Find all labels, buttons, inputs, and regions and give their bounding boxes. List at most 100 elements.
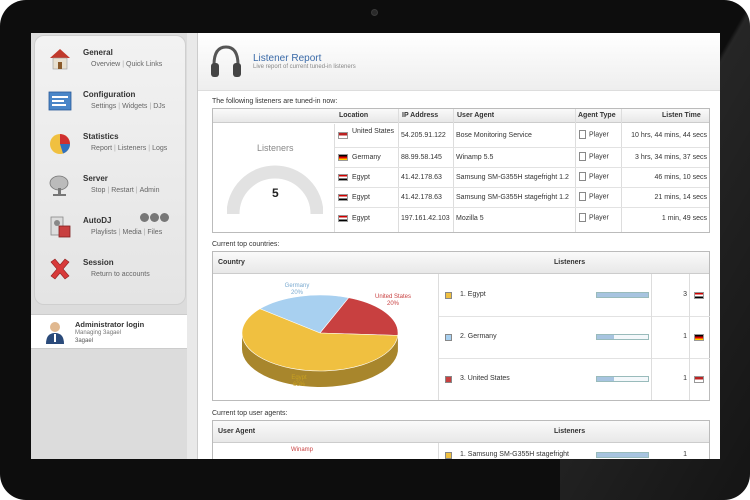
close-x-icon <box>50 258 70 280</box>
sidebar-item-links: Report | Listeners | Logs <box>89 145 169 152</box>
cell-listen-time: 3 hrs, 34 mins, 37 secs <box>635 154 707 161</box>
sidebar-item-title: AutoDJ <box>83 216 112 225</box>
listeners-section-label: The following listeners are tuned-in now… <box>212 98 338 105</box>
settings-panel-icon <box>48 91 72 111</box>
pie-label-germany-pct: 20% <box>291 290 304 296</box>
link-listeners[interactable]: Listeners <box>116 145 148 152</box>
countries-panel: Country Listeners Germany 20% United Sta… <box>212 251 710 401</box>
table-row[interactable]: Egypt 41.42.178.63 Samsung SM-G355H stag… <box>335 188 709 208</box>
sidebar-item-statistics[interactable]: Statistics Report | Listeners | Logs <box>43 126 183 166</box>
admin-login-box: Administrator login Managing 3agael 3aga… <box>31 314 187 349</box>
table-row[interactable]: Egypt 41.42.178.63 Samsung SM-G355H stag… <box>335 168 709 188</box>
agent-row[interactable]: 1. Samsung SM-G355H stagefright 1 <box>439 444 710 459</box>
countries-section-label: Current top countries: <box>212 241 280 248</box>
col-user-agent: User Agent <box>218 428 256 435</box>
country-row[interactable]: 3. United States 1 <box>439 359 710 401</box>
link-overview[interactable]: Overview <box>89 61 122 68</box>
cell-ip: 41.42.178.63 <box>401 194 442 201</box>
legend-swatch-germany <box>445 334 452 341</box>
listeners-bar <box>596 292 649 298</box>
table-row[interactable]: Germany 88.99.58.145 Winamp 5.5 Player 3… <box>335 148 709 168</box>
listener-count: 1 <box>683 375 687 382</box>
cell-listen-time: 46 mins, 10 secs <box>654 174 707 181</box>
eg-flag-icon <box>338 174 348 181</box>
listener-count: 3 <box>683 291 687 298</box>
link-settings[interactable]: Settings <box>89 103 118 110</box>
sidebar-item-title: Statistics <box>83 132 119 141</box>
legend-swatch-united-states <box>445 376 452 383</box>
table-row[interactable]: United States 54.205.91.122 Bose Monitor… <box>335 124 709 148</box>
camera-dot <box>371 9 378 16</box>
document-icon <box>579 213 586 222</box>
country-row[interactable]: 2. Germany 1 <box>439 317 710 359</box>
forward-icon[interactable] <box>160 213 169 222</box>
cell-agent: Bose Monitoring Service <box>456 132 532 139</box>
link-logs[interactable]: Logs <box>150 145 169 152</box>
link-djs[interactable]: DJs <box>151 103 167 110</box>
country-name: 1. Egypt <box>460 291 486 298</box>
agents-section-label: Current top user agents: <box>212 410 288 417</box>
cell-location: Egypt <box>352 194 370 201</box>
link-admin[interactable]: Admin <box>138 187 162 194</box>
sidebar-menu: General Overview | Quick Links Configurati… <box>34 35 186 305</box>
countries-header: Country Listeners <box>213 252 709 274</box>
play-icon[interactable] <box>150 213 159 222</box>
link-stop[interactable]: Stop <box>89 187 107 194</box>
listeners-bar <box>596 334 649 340</box>
link-widgets[interactable]: Widgets <box>120 103 149 110</box>
admin-title: Administrator login <box>75 320 145 329</box>
admin-username[interactable]: 3agael <box>75 338 93 344</box>
cell-agent-type: Player <box>589 131 609 139</box>
main-content: Listener Report Live report of current t… <box>197 33 720 459</box>
eg-flag-icon <box>338 215 348 222</box>
country-row[interactable]: 1. Egypt 3 <box>439 275 710 317</box>
sidebar-item-title: Session <box>83 258 114 267</box>
country-name: 2. Germany <box>460 333 497 340</box>
countries-pie-chart: Germany 20% United States 20% Egypt 60% <box>241 283 411 388</box>
cell-agent: Samsung SM-G355H stagefright 1.2 <box>456 194 569 201</box>
link-return-to-accounts[interactable]: Return to accounts <box>89 271 152 278</box>
sidebar-item-configuration[interactable]: Configuration Settings | Widgets | DJs <box>43 84 183 124</box>
eg-flag-icon <box>338 194 348 201</box>
listener-count: 1 <box>683 333 687 340</box>
link-restart[interactable]: Restart <box>109 187 136 194</box>
col-divider <box>689 274 690 400</box>
sidebar-item-server[interactable]: Server Stop | Restart | Admin <box>43 168 183 208</box>
listeners-bar <box>596 376 649 382</box>
bar-fill <box>597 293 648 297</box>
agents-header: User Agent Listeners <box>213 421 709 443</box>
pie-label-egypt: Egypt <box>291 375 307 381</box>
link-media[interactable]: Media <box>121 229 144 236</box>
col-user-agent: User Agent <box>457 112 495 119</box>
cell-agent: Mozilla 5 <box>456 215 484 222</box>
link-playlists[interactable]: Playlists <box>89 229 119 236</box>
country-name: 3. United States <box>460 375 510 382</box>
cell-agent-type: Player <box>589 193 609 201</box>
page-title: Listener Report <box>253 53 322 64</box>
link-files[interactable]: Files <box>145 229 164 236</box>
sidebar-item-links: Settings | Widgets | DJs <box>89 103 167 110</box>
link-quick-links[interactable]: Quick Links <box>124 61 164 68</box>
headphones-icon <box>211 45 241 77</box>
cell-ip: 54.205.91.122 <box>401 132 446 139</box>
table-row[interactable]: Egypt 197.161.42.103 Mozilla 5 Player 1 … <box>335 208 709 232</box>
rewind-icon[interactable] <box>140 213 149 222</box>
autodj-controls[interactable] <box>140 213 170 224</box>
pie-label-united-states-pct: 20% <box>387 301 400 307</box>
document-icon <box>579 172 586 181</box>
cell-location: United States <box>352 128 395 135</box>
sidebar-item-general[interactable]: General Overview | Quick Links <box>43 42 183 82</box>
gauge-label: Listeners <box>257 143 294 153</box>
sidebar: General Overview | Quick Links Configurati… <box>31 33 187 459</box>
document-icon <box>579 152 586 161</box>
cell-listen-time: 21 mins, 14 secs <box>654 194 707 201</box>
cell-agent-type: Player <box>589 214 609 222</box>
sidebar-item-title: Server <box>83 174 108 183</box>
sidebar-item-autodj[interactable]: AutoDJ Playlists | Media | Files <box>43 210 183 250</box>
cell-ip: 197.161.42.103 <box>401 215 450 222</box>
link-report[interactable]: Report <box>89 145 114 152</box>
agents-pie-label: Winamp <box>291 447 314 453</box>
col-listen-time: Listen Time <box>662 112 701 119</box>
sidebar-item-session[interactable]: Session Return to accounts <box>43 252 183 292</box>
cell-listen-time: 1 min, 49 secs <box>661 215 707 222</box>
